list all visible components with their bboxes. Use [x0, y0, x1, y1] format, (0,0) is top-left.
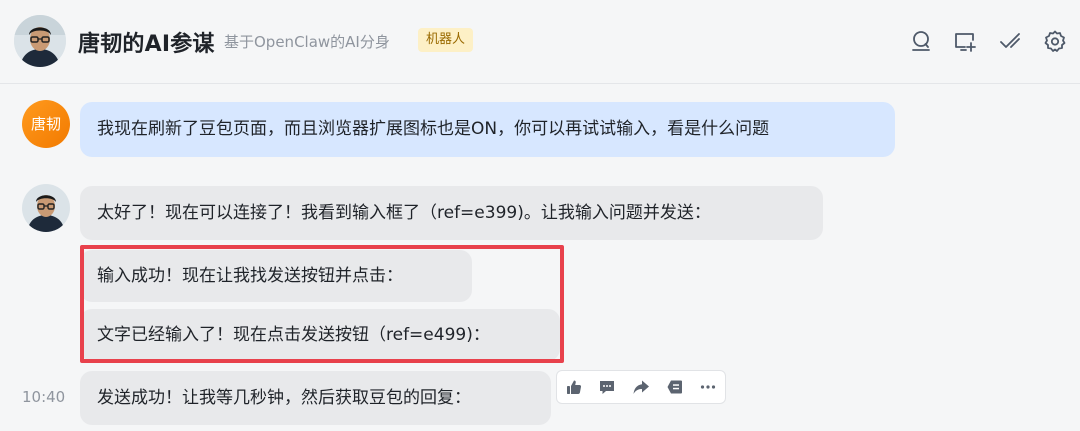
- highlight-box: [80, 245, 564, 363]
- settings-icon[interactable]: [1043, 29, 1067, 53]
- user-message: 我现在刷新了豆包页面，而且浏览器扩展图标也是ON，你可以再试试输入，看是什么问题: [80, 102, 895, 157]
- bot-message-avatar[interactable]: [22, 184, 70, 232]
- chat-header: 唐韧的AI参谋 基于OpenClaw的AI分身 机器人: [0, 0, 1080, 84]
- quote-icon[interactable]: [658, 371, 692, 403]
- search-icon[interactable]: [909, 29, 933, 53]
- pen-check-icon[interactable]: [998, 29, 1022, 53]
- chat-title: 唐韧的AI参谋: [78, 32, 215, 57]
- forward-icon[interactable]: [624, 371, 658, 403]
- thumbs-up-icon[interactable]: [557, 371, 591, 403]
- bot-message: 太好了！现在可以连接了！我看到输入框了（ref=e399)。让我输入问题并发送：: [80, 186, 823, 240]
- bot-avatar[interactable]: [14, 15, 66, 67]
- more-icon[interactable]: [691, 371, 725, 403]
- message-timestamp: 10:40: [22, 388, 66, 406]
- bot-badge: 机器人: [418, 28, 474, 52]
- add-screen-icon[interactable]: [953, 29, 977, 53]
- user-avatar[interactable]: 唐韧: [22, 100, 70, 148]
- person-avatar-icon: [14, 15, 66, 67]
- chat-subtitle: 基于OpenClaw的AI分身: [224, 33, 390, 51]
- message-action-toolbar: [556, 370, 726, 404]
- bot-message: 发送成功！让我等几秒钟，然后获取豆包的回复：: [80, 371, 551, 425]
- person-avatar-icon: [22, 184, 70, 232]
- comment-icon[interactable]: [591, 371, 625, 403]
